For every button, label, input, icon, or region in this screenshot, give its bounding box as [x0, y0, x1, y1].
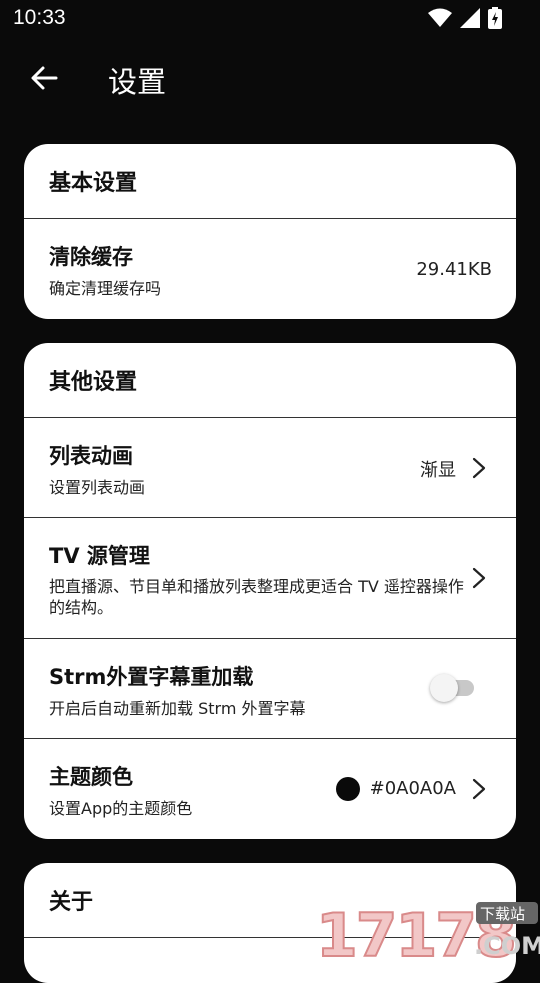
basic-settings-header: 基本设置 — [24, 144, 516, 219]
watermark-logo: 17178 下载站 .COM — [315, 898, 540, 972]
wifi-icon — [428, 8, 452, 27]
list-animation-value: 渐显 — [420, 460, 456, 481]
app-bar: 设置 — [0, 50, 540, 110]
strm-reload-subtitle: 开启后自动重新加载 Strm 外置字幕 — [49, 699, 306, 718]
strm-subtitle-reload-row: Strm外置字幕重加载 开启后自动重新加载 Strm 外置字幕 — [24, 639, 516, 739]
tv-source-title: TV 源管理 — [49, 544, 150, 568]
back-arrow-icon[interactable] — [28, 62, 60, 94]
clear-cache-subtitle: 确定清理缓存吗 — [49, 279, 162, 298]
page-title: 设置 — [108, 65, 167, 99]
theme-color-subtitle: 设置App的主题颜色 — [49, 799, 193, 818]
tv-source-row[interactable]: TV 源管理 把直播源、节目单和播放列表整理成更适合 TV 遥控器操作的结构。 — [24, 518, 516, 639]
chevron-right-icon — [472, 778, 486, 800]
strm-reload-title: Strm外置字幕重加载 — [49, 665, 254, 689]
list-animation-title: 列表动画 — [49, 444, 133, 468]
svg-text:下载站: 下载站 — [480, 905, 525, 923]
other-settings-card: 其他设置 列表动画 设置列表动画 渐显 TV 源管理 把直播源、节目单和播放列表… — [24, 343, 516, 839]
basic-settings-card: 基本设置 清除缓存 确定清理缓存吗 29.41KB — [24, 144, 516, 319]
svg-text:.COM: .COM — [474, 932, 540, 960]
chevron-right-icon — [472, 567, 486, 589]
tv-source-subtitle: 把直播源、节目单和播放列表整理成更适合 TV 遥控器操作的结构。 — [49, 577, 464, 617]
status-icons — [428, 7, 502, 29]
battery-icon — [488, 7, 502, 29]
signal-icon — [460, 8, 480, 28]
theme-color-row[interactable]: 主题颜色 设置App的主题颜色 #0A0A0A — [24, 739, 516, 839]
chevron-right-icon — [472, 457, 486, 479]
theme-color-title: 主题颜色 — [49, 765, 133, 789]
theme-color-value: #0A0A0A — [369, 778, 456, 799]
list-animation-row[interactable]: 列表动画 设置列表动画 渐显 — [24, 418, 516, 518]
clear-cache-title: 清除缓存 — [49, 245, 133, 269]
cache-size-value: 29.41KB — [416, 259, 492, 280]
status-bar: 10:33 — [0, 0, 540, 38]
theme-color-swatch — [336, 777, 360, 801]
list-animation-subtitle: 设置列表动画 — [49, 478, 146, 497]
status-time: 10:33 — [13, 6, 66, 29]
clear-cache-row[interactable]: 清除缓存 确定清理缓存吗 29.41KB — [24, 219, 516, 319]
toggle-thumb[interactable] — [430, 674, 458, 702]
other-settings-header: 其他设置 — [24, 343, 516, 418]
